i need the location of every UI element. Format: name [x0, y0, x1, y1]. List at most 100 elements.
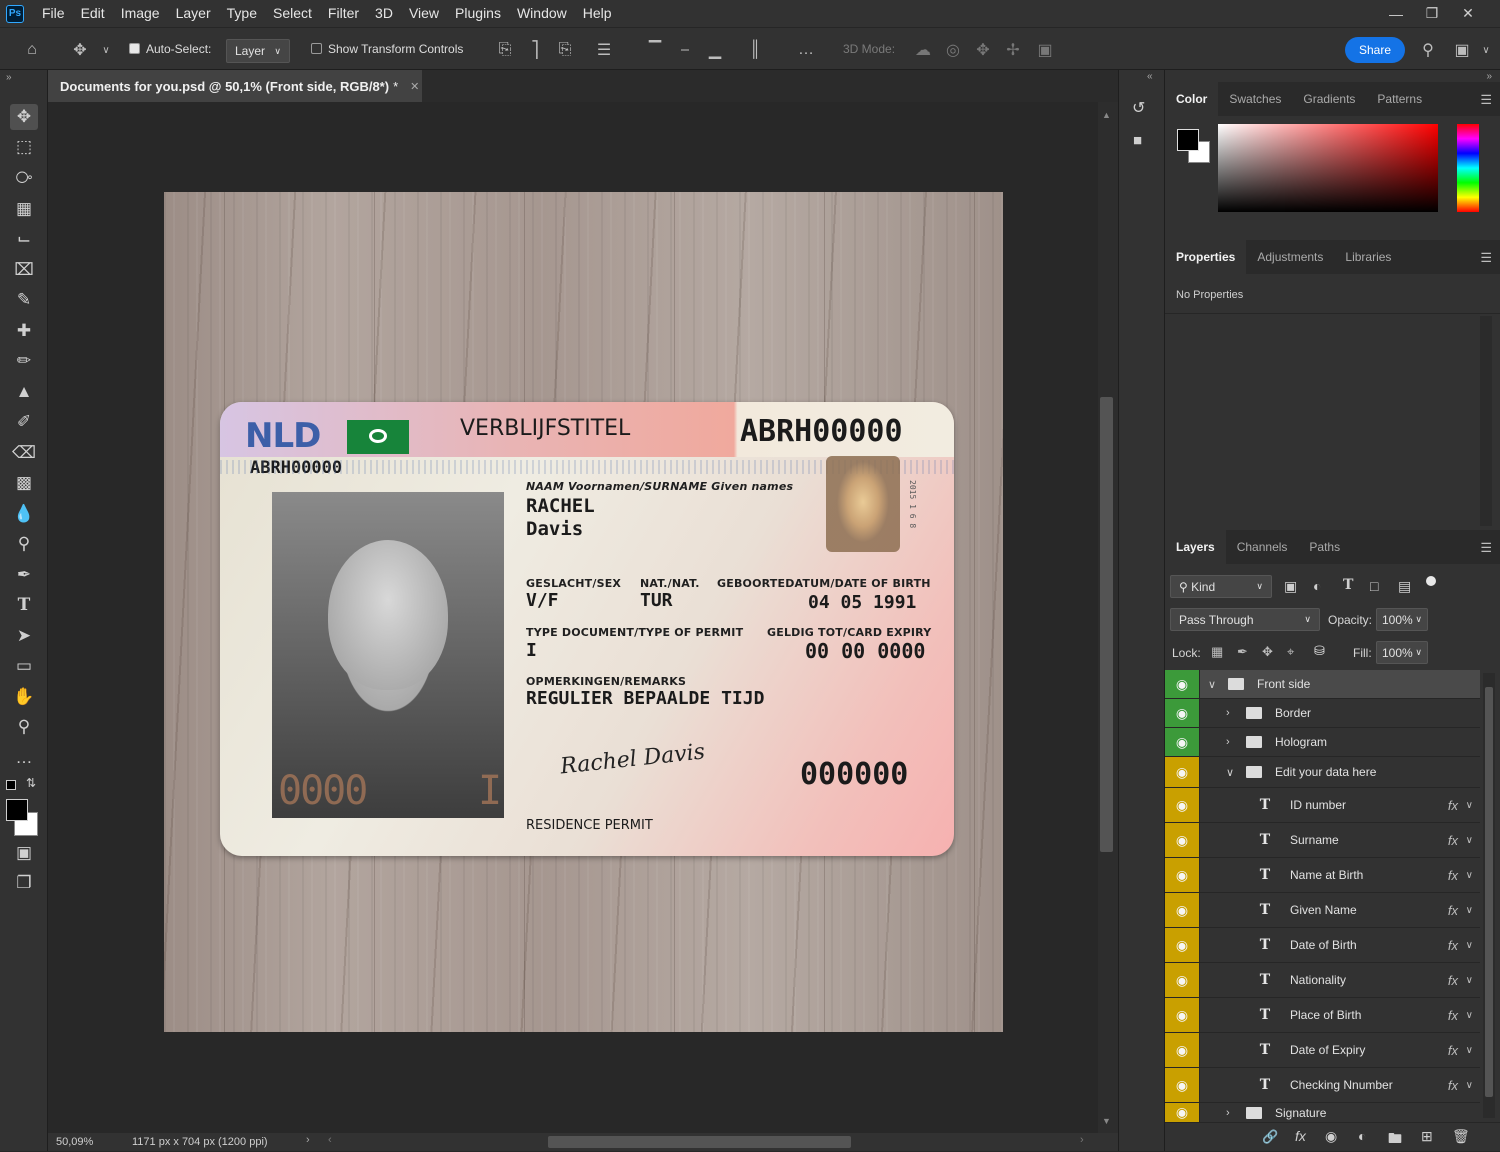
new-layer-icon[interactable]: ⊞ [1421, 1128, 1433, 1145]
chevron-down-icon[interactable]: ∨ [1476, 40, 1496, 60]
crop-tool-icon[interactable]: ⌙ [10, 226, 38, 252]
layer-row-signature[interactable]: ◉ › Signature [1165, 1103, 1480, 1122]
hand-tool-icon[interactable]: ✋ [10, 684, 38, 710]
align-middle-icon[interactable]: ⎯ [675, 40, 695, 60]
menu-help[interactable]: Help [575, 0, 620, 27]
layer-effects-icon[interactable]: fx [1448, 833, 1458, 848]
quick-mask-icon[interactable]: ▣ [10, 840, 38, 866]
blend-mode-dropdown[interactable]: Pass Through ∨ [1170, 608, 1320, 631]
move-tool-icon[interactable]: ✥ [10, 104, 38, 130]
color-spectrum-picker[interactable] [1218, 124, 1438, 212]
menu-3d[interactable]: 3D [367, 0, 401, 27]
tab-properties[interactable]: Properties [1165, 240, 1247, 274]
visibility-eye-icon[interactable]: ◉ [1165, 928, 1200, 962]
rectangle-tool-icon[interactable]: ▭ [10, 653, 38, 679]
status-menu-chevron-icon[interactable]: › [306, 1134, 310, 1146]
expand-panels-icon[interactable]: » [1486, 71, 1492, 82]
lock-transparent-icon[interactable]: ▦ [1211, 644, 1223, 660]
eraser-tool-icon[interactable]: ⌫ [10, 440, 38, 466]
healing-brush-tool-icon[interactable]: ✚ [10, 318, 38, 344]
opacity-input[interactable]: 100% ∨ [1376, 608, 1428, 631]
layer-name[interactable]: Name at Birth [1290, 868, 1363, 882]
layer-row-hologram[interactable]: ◉ › Hologram [1165, 728, 1480, 757]
layer-name[interactable]: Front side [1257, 677, 1310, 691]
align-top-icon[interactable]: ▔ [645, 40, 665, 60]
workspace-icon[interactable]: ▣ [1452, 40, 1472, 60]
hue-slider[interactable] [1457, 124, 1479, 212]
menu-view[interactable]: View [401, 0, 447, 27]
layer-name[interactable]: Surname [1290, 833, 1339, 847]
tab-layers[interactable]: Layers [1165, 530, 1226, 564]
roll-3d-icon[interactable]: ◎ [943, 40, 963, 60]
visibility-eye-icon[interactable]: ◉ [1165, 1068, 1200, 1102]
lasso-tool-icon[interactable]: ⧂ [10, 165, 38, 191]
chevron-right-icon[interactable]: › [1226, 1107, 1238, 1119]
layers-scroll-thumb[interactable] [1485, 687, 1493, 1097]
layer-row-nationality[interactable]: ◉ T Nationality fx ∨ [1165, 963, 1480, 998]
align-center-icon[interactable]: ⎤ [525, 40, 545, 60]
visibility-eye-icon[interactable]: ◉ [1165, 728, 1200, 756]
visibility-eye-icon[interactable]: ◉ [1165, 670, 1200, 698]
object-select-tool-icon[interactable]: ▦ [10, 196, 38, 222]
layer-row-date-of-expiry[interactable]: ◉ T Date of Expiry fx ∨ [1165, 1033, 1480, 1068]
eyedropper-tool-icon[interactable]: ✎ [10, 287, 38, 313]
layer-row-checking-nnumber[interactable]: ◉ T Checking Nnumber fx ∨ [1165, 1068, 1480, 1103]
layer-filter-kind[interactable]: ⚲ Kind ∨ [1170, 575, 1272, 598]
menu-window[interactable]: Window [509, 0, 575, 27]
visibility-eye-icon[interactable]: ◉ [1165, 699, 1200, 727]
chevron-down-icon[interactable]: ∨ [1466, 870, 1473, 881]
layer-name[interactable]: Nationality [1290, 973, 1346, 987]
visibility-eye-icon[interactable]: ◉ [1165, 757, 1200, 787]
more-options-icon[interactable]: … [796, 40, 816, 60]
foreground-color-swatch[interactable] [6, 799, 28, 821]
chevron-down-icon[interactable]: ∨ [1466, 1080, 1473, 1091]
filter-adjustment-icon[interactable]: ◐ [1313, 578, 1321, 594]
close-window-icon[interactable]: ✕ [1450, 0, 1486, 27]
document-tab[interactable]: Documents for you.psd @ 50,1% (Front sid… [48, 70, 422, 102]
layer-row-front-side[interactable]: ◉ ∨ Front side [1165, 670, 1480, 699]
tab-gradients[interactable]: Gradients [1292, 82, 1366, 116]
layer-effects-icon[interactable]: fx [1448, 1008, 1458, 1023]
layer-row-name-at-birth[interactable]: ◉ T Name at Birth fx ∨ [1165, 858, 1480, 893]
history-panel-icon[interactable]: ↺ [1132, 98, 1145, 118]
layer-mask-icon[interactable]: ◉ [1325, 1128, 1337, 1145]
horizontal-scroll-thumb[interactable] [548, 1136, 851, 1148]
tab-swatches[interactable]: Swatches [1218, 82, 1292, 116]
layer-name[interactable]: Place of Birth [1290, 1008, 1361, 1022]
tab-paths[interactable]: Paths [1298, 530, 1351, 564]
visibility-eye-icon[interactable]: ◉ [1165, 1103, 1200, 1122]
layer-row-edit-your-data-here[interactable]: ◉ ∨ Edit your data here [1165, 757, 1480, 788]
layer-row-place-of-birth[interactable]: ◉ T Place of Birth fx ∨ [1165, 998, 1480, 1033]
layer-row-given-name[interactable]: ◉ T Given Name fx ∨ [1165, 893, 1480, 928]
align-left-icon[interactable]: ⎘ [495, 40, 515, 60]
share-button[interactable]: Share [1345, 37, 1405, 63]
visibility-eye-icon[interactable]: ◉ [1165, 893, 1200, 927]
collapse-toolbar-icon[interactable]: » [6, 72, 12, 83]
layer-row-id-number[interactable]: ◉ T ID number fx ∨ [1165, 788, 1480, 823]
chevron-down-icon[interactable]: ∨ [96, 40, 116, 60]
zoom-level[interactable]: 50,09% [56, 1136, 93, 1148]
filter-toggle-icon[interactable] [1426, 576, 1436, 586]
menu-filter[interactable]: Filter [320, 0, 367, 27]
lock-position-icon[interactable]: ✥ [1262, 644, 1273, 660]
delete-layer-icon[interactable]: 🗑 [1452, 1128, 1470, 1145]
chevron-down-icon[interactable]: ∨ [1466, 905, 1473, 916]
menu-image[interactable]: Image [113, 0, 168, 27]
camera-3d-icon[interactable]: ▣ [1035, 40, 1055, 60]
layer-name[interactable]: Given Name [1290, 903, 1357, 917]
layer-name[interactable]: Date of Birth [1290, 938, 1357, 952]
scroll-down-icon[interactable]: ▼ [1102, 1116, 1111, 1126]
tab-patterns[interactable]: Patterns [1366, 82, 1433, 116]
lock-image-icon[interactable]: ✒ [1237, 644, 1248, 660]
visibility-eye-icon[interactable]: ◉ [1165, 998, 1200, 1032]
layer-effects-icon[interactable]: fx [1448, 1043, 1458, 1058]
blur-tool-icon[interactable]: 💧 [10, 501, 38, 527]
minimize-icon[interactable]: — [1378, 0, 1414, 27]
chevron-down-icon[interactable]: ∨ [1466, 800, 1473, 811]
path-select-tool-icon[interactable]: ➤ [10, 623, 38, 649]
layer-effects-icon[interactable]: fx [1448, 868, 1458, 883]
lock-artboard-icon[interactable]: ⌖ [1287, 644, 1294, 660]
layer-effects-icon[interactable]: fx [1448, 798, 1458, 813]
filter-shape-icon[interactable]: □ [1370, 578, 1378, 594]
menu-file[interactable]: File [34, 0, 73, 27]
